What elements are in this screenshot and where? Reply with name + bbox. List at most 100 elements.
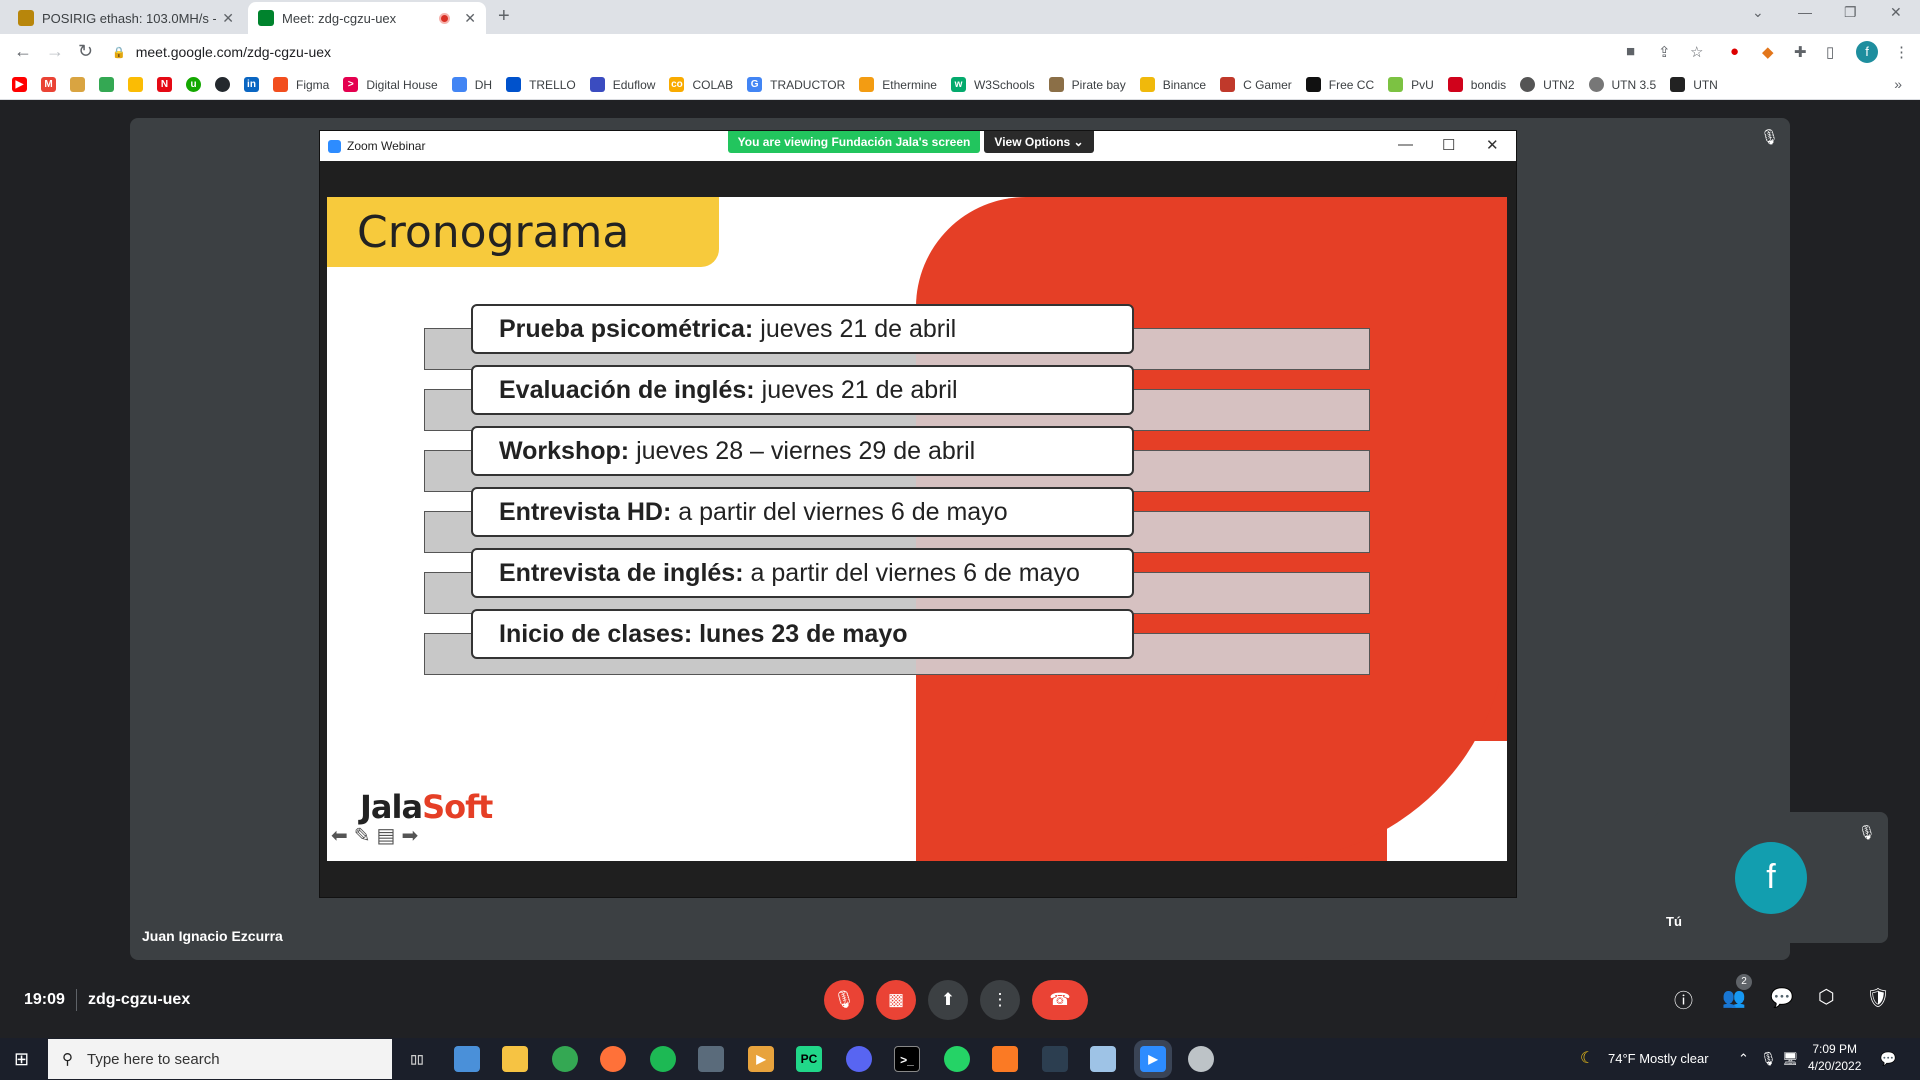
zoom-taskbar-icon[interactable]: ▶ [1140, 1046, 1166, 1072]
minimize-icon[interactable]: — [1798, 4, 1812, 20]
app-icon[interactable] [454, 1046, 480, 1072]
close-tab-icon[interactable]: ✕ [222, 10, 234, 27]
bookmark-label: Pirate bay [1071, 77, 1126, 92]
camera-off-button[interactable]: ▩ [876, 980, 916, 1020]
side-panel-icon[interactable]: ▯ [1826, 43, 1834, 61]
chat-icon[interactable]: 💬 [1770, 986, 1794, 1010]
terminal-icon[interactable]: >_ [894, 1046, 920, 1072]
bookmark-utn-3-5[interactable]: UTN 3.5 [1588, 77, 1656, 92]
bookmark-colab[interactable]: co COLAB [669, 77, 733, 92]
bookmark-free-cc[interactable]: Free CC [1305, 77, 1374, 92]
menu-icon[interactable]: ⋮ [1894, 43, 1909, 61]
bookmark-utn[interactable]: UTN [1670, 77, 1718, 92]
present-screen-button[interactable]: ⬆ [928, 980, 968, 1020]
bookmark-trello[interactable]: TRELLO [506, 77, 576, 92]
restore-icon[interactable]: ❐ [1844, 4, 1857, 21]
bookmark-youtube[interactable]: ▶ [12, 77, 27, 92]
back-icon[interactable]: ← [14, 41, 32, 62]
bookmark-figma[interactable]: Figma [273, 77, 329, 92]
tab-meet[interactable]: Meet: zdg-cgzu-uex ✕ [248, 2, 486, 34]
bookmark-binance[interactable]: Binance [1139, 77, 1206, 92]
whatsapp-icon[interactable] [944, 1046, 970, 1072]
profile-avatar[interactable]: f [1856, 41, 1878, 63]
spotify-icon[interactable] [650, 1046, 676, 1072]
forward-icon[interactable]: → [46, 41, 64, 62]
zoom-webinar-window: Zoom Webinar You are viewing Fundación J… [319, 130, 1517, 898]
zoom-close-icon[interactable]: ✕ [1486, 136, 1499, 154]
bookmark-drive[interactable] [128, 77, 143, 92]
bookmark-netflix[interactable]: N [157, 77, 172, 92]
close-tab-icon[interactable]: ✕ [464, 10, 476, 27]
metamask-extension-icon[interactable]: ◆ [1762, 43, 1774, 61]
bookmark-digital-house[interactable]: > Digital House [343, 77, 438, 92]
presenter-name: Juan Ignacio Ezcurra [142, 928, 283, 944]
zoom-maximize-icon[interactable]: ☐ [1442, 136, 1455, 154]
notifications-icon[interactable]: 💬 [1880, 1051, 1896, 1067]
bookmark-gmail[interactable]: M [41, 77, 56, 92]
xampp-icon[interactable] [992, 1046, 1018, 1072]
bookmark-pirate-bay[interactable]: Pirate bay [1048, 77, 1126, 92]
share-icon[interactable]: ⇪ [1658, 43, 1671, 61]
camera-icon[interactable]: ■ [1626, 43, 1635, 60]
weather-moon-icon[interactable]: ☾ [1580, 1048, 1594, 1068]
new-tab-button[interactable]: + [498, 5, 510, 28]
bookmark-maps[interactable] [99, 77, 114, 92]
bookmarks-overflow-icon[interactable]: » [1894, 76, 1902, 92]
extensions-icon[interactable]: ✚ [1794, 43, 1807, 61]
bookmark-bondis[interactable]: bondis [1447, 77, 1506, 92]
microphone-off-button[interactable]: 🎙 [824, 980, 864, 1020]
tray-chevron-icon[interactable]: ⌃ [1738, 1051, 1749, 1067]
next-slide-icon[interactable]: ➡ [401, 823, 418, 848]
reload-icon[interactable]: ↻ [78, 41, 93, 62]
tab-posirig[interactable]: POSIRIG ethash: 103.0MH/s - FW ✕ [8, 2, 244, 34]
file-explorer-icon[interactable] [502, 1046, 528, 1072]
app-icon[interactable] [1188, 1046, 1214, 1072]
bookmark-pvu[interactable]: PvU [1388, 77, 1434, 92]
more-options-button[interactable]: ⋮ [980, 980, 1020, 1020]
media-player-icon[interactable]: ▶ [748, 1046, 774, 1072]
bookmark-traductor[interactable]: G TRADUCTOR [747, 77, 845, 92]
close-window-icon[interactable]: ✕ [1890, 4, 1902, 21]
pycharm-icon[interactable]: PC [796, 1046, 822, 1072]
tray-mic-icon[interactable]: 🎙 [1760, 1051, 1777, 1067]
chrome-icon[interactable] [552, 1046, 578, 1072]
host-controls-icon[interactable]: 🛡 [1866, 986, 1890, 1010]
firefox-icon[interactable] [600, 1046, 626, 1072]
app-icon[interactable] [1042, 1046, 1068, 1072]
taskbar-clock[interactable]: 7:09 PM 4/20/2022 [1808, 1041, 1861, 1075]
bookmark-dh[interactable]: DH [451, 77, 492, 92]
calculator-icon[interactable] [698, 1046, 724, 1072]
bookmark-w3schools[interactable]: w W3Schools [950, 77, 1035, 92]
bookmark-linkedin[interactable]: in [244, 77, 259, 92]
weather-text[interactable]: 74°F Mostly clear [1608, 1051, 1709, 1066]
tab-search-icon[interactable]: ⌄ [1752, 4, 1764, 21]
bookmark-c-gamer[interactable]: C Gamer [1220, 77, 1292, 92]
slide-menu-icon[interactable]: ▤ [377, 823, 396, 848]
zoom-view-options-button[interactable]: View Options ⌄ [984, 131, 1094, 153]
bookmark-upwork[interactable]: u [186, 77, 201, 92]
app-icon[interactable] [1090, 1046, 1116, 1072]
pvu-icon [1388, 77, 1404, 92]
task-view-icon[interactable]: ▯▯ [404, 1046, 430, 1072]
windows-start-icon[interactable]: ⊞ [14, 1049, 29, 1070]
activities-icon[interactable]: ⬡ [1818, 986, 1835, 1009]
meeting-details-icon[interactable]: ⓘ [1674, 986, 1693, 1013]
discord-icon[interactable] [846, 1046, 872, 1072]
taskbar-search[interactable]: ⚲ Type here to search [48, 1039, 392, 1079]
network-icon[interactable]: 🖥 [1782, 1051, 1799, 1067]
self-view-tile[interactable]: f Tú 🎙 [1654, 812, 1888, 943]
free-cc-icon [1305, 77, 1321, 92]
pen-tool-icon[interactable]: ✎ [354, 823, 371, 848]
leave-call-button[interactable]: ☎ [1032, 980, 1088, 1020]
bookmark-github[interactable] [215, 77, 230, 92]
opera-extension-icon[interactable]: ● [1730, 43, 1739, 60]
previous-slide-icon[interactable]: ⬅ [331, 823, 348, 848]
bookmark-eduflow[interactable]: Eduflow [589, 77, 655, 92]
address-bar[interactable]: 🔒 meet.google.com/zdg-cgzu-uex [112, 37, 1612, 67]
bookmark-ethermine[interactable]: Ethermine [859, 77, 937, 92]
bookmark-pizza[interactable] [70, 77, 85, 92]
schedule-item-value: a partir del viernes 6 de mayo [678, 497, 1008, 526]
bookmark-utn2[interactable]: UTN2 [1520, 77, 1575, 92]
zoom-minimize-icon[interactable]: — [1398, 136, 1413, 153]
bookmark-star-icon[interactable]: ☆ [1690, 43, 1703, 61]
